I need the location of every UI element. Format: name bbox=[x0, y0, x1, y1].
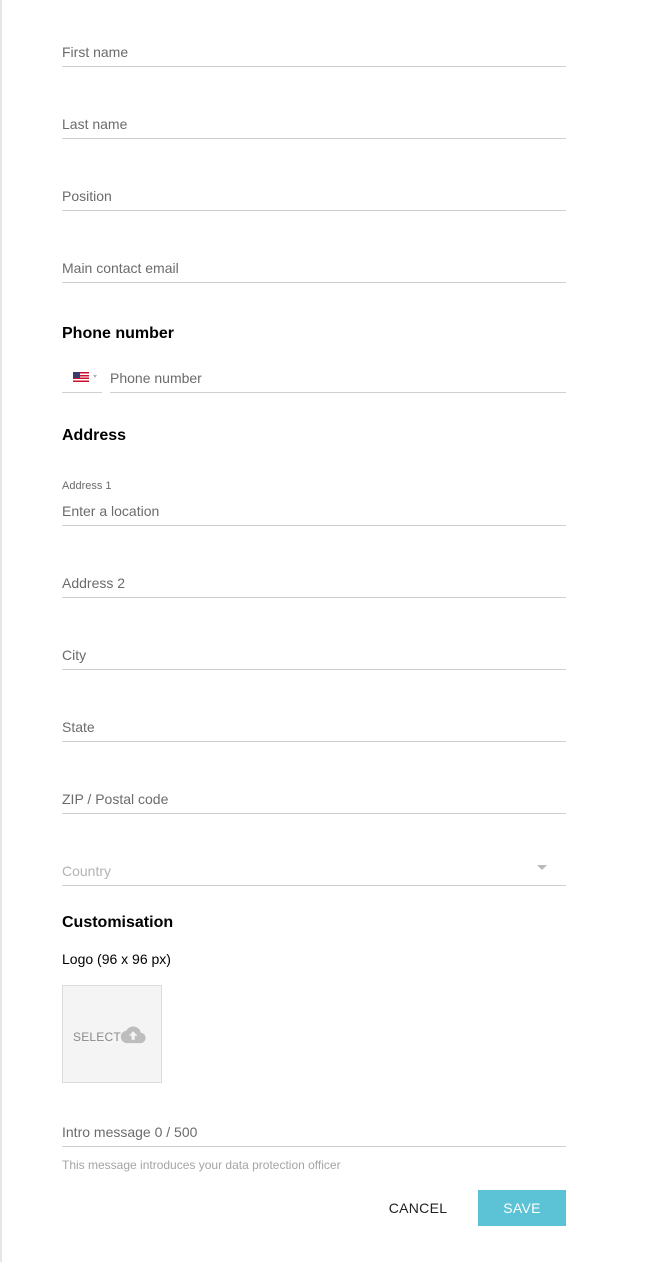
cloud-upload-icon bbox=[120, 1026, 146, 1049]
us-flag-icon bbox=[73, 372, 89, 382]
address2-placeholder: Address 2 bbox=[62, 575, 126, 591]
phone-number-placeholder: Phone number bbox=[110, 370, 202, 386]
position-field[interactable]: Position bbox=[62, 178, 566, 211]
form-panel: First name Last name Position Main conta… bbox=[0, 0, 650, 1262]
country-select[interactable]: Country bbox=[62, 853, 566, 886]
last-name-placeholder: Last name bbox=[62, 116, 128, 132]
address1-placeholder: Enter a location bbox=[62, 503, 160, 519]
country-placeholder: Country bbox=[62, 863, 112, 879]
state-placeholder: State bbox=[62, 719, 95, 735]
address-section-title: Address bbox=[62, 427, 127, 444]
phone-number-field[interactable]: Phone number bbox=[110, 359, 566, 393]
last-name-field[interactable]: Last name bbox=[62, 106, 566, 139]
zip-placeholder: ZIP / Postal code bbox=[62, 791, 169, 807]
address1-label: Address 1 bbox=[62, 480, 112, 492]
first-name-field[interactable]: First name bbox=[62, 34, 566, 67]
address1-field[interactable]: Address 1 Enter a location bbox=[62, 480, 566, 526]
logo-upload-button[interactable]: SELECT bbox=[62, 985, 162, 1083]
phone-section-title: Phone number bbox=[62, 325, 175, 342]
country-code-select[interactable] bbox=[62, 364, 102, 393]
intro-message-field[interactable]: Intro message 0 / 500 bbox=[62, 1114, 566, 1147]
customisation-section-title: Customisation bbox=[62, 914, 174, 931]
city-field[interactable]: City bbox=[62, 637, 566, 670]
intro-message-placeholder: Intro message 0 / 500 bbox=[62, 1124, 198, 1140]
dropdown-arrow-icon bbox=[537, 865, 547, 870]
logo-label: Logo (96 x 96 px) bbox=[62, 951, 171, 967]
first-name-placeholder: First name bbox=[62, 44, 129, 60]
position-placeholder: Position bbox=[62, 188, 112, 204]
address2-field[interactable]: Address 2 bbox=[62, 565, 566, 598]
cancel-button[interactable]: CANCEL bbox=[378, 1190, 458, 1226]
city-placeholder: City bbox=[62, 647, 87, 663]
state-field[interactable]: State bbox=[62, 709, 566, 742]
intro-message-hint: This message introduces your data protec… bbox=[62, 1158, 341, 1172]
email-field[interactable]: Main contact email bbox=[62, 250, 566, 283]
logo-select-label: SELECT bbox=[73, 1030, 121, 1044]
zip-field[interactable]: ZIP / Postal code bbox=[62, 781, 566, 814]
email-placeholder: Main contact email bbox=[62, 260, 179, 276]
save-button[interactable]: SAVE bbox=[478, 1190, 566, 1226]
chevron-down-icon bbox=[93, 375, 97, 378]
